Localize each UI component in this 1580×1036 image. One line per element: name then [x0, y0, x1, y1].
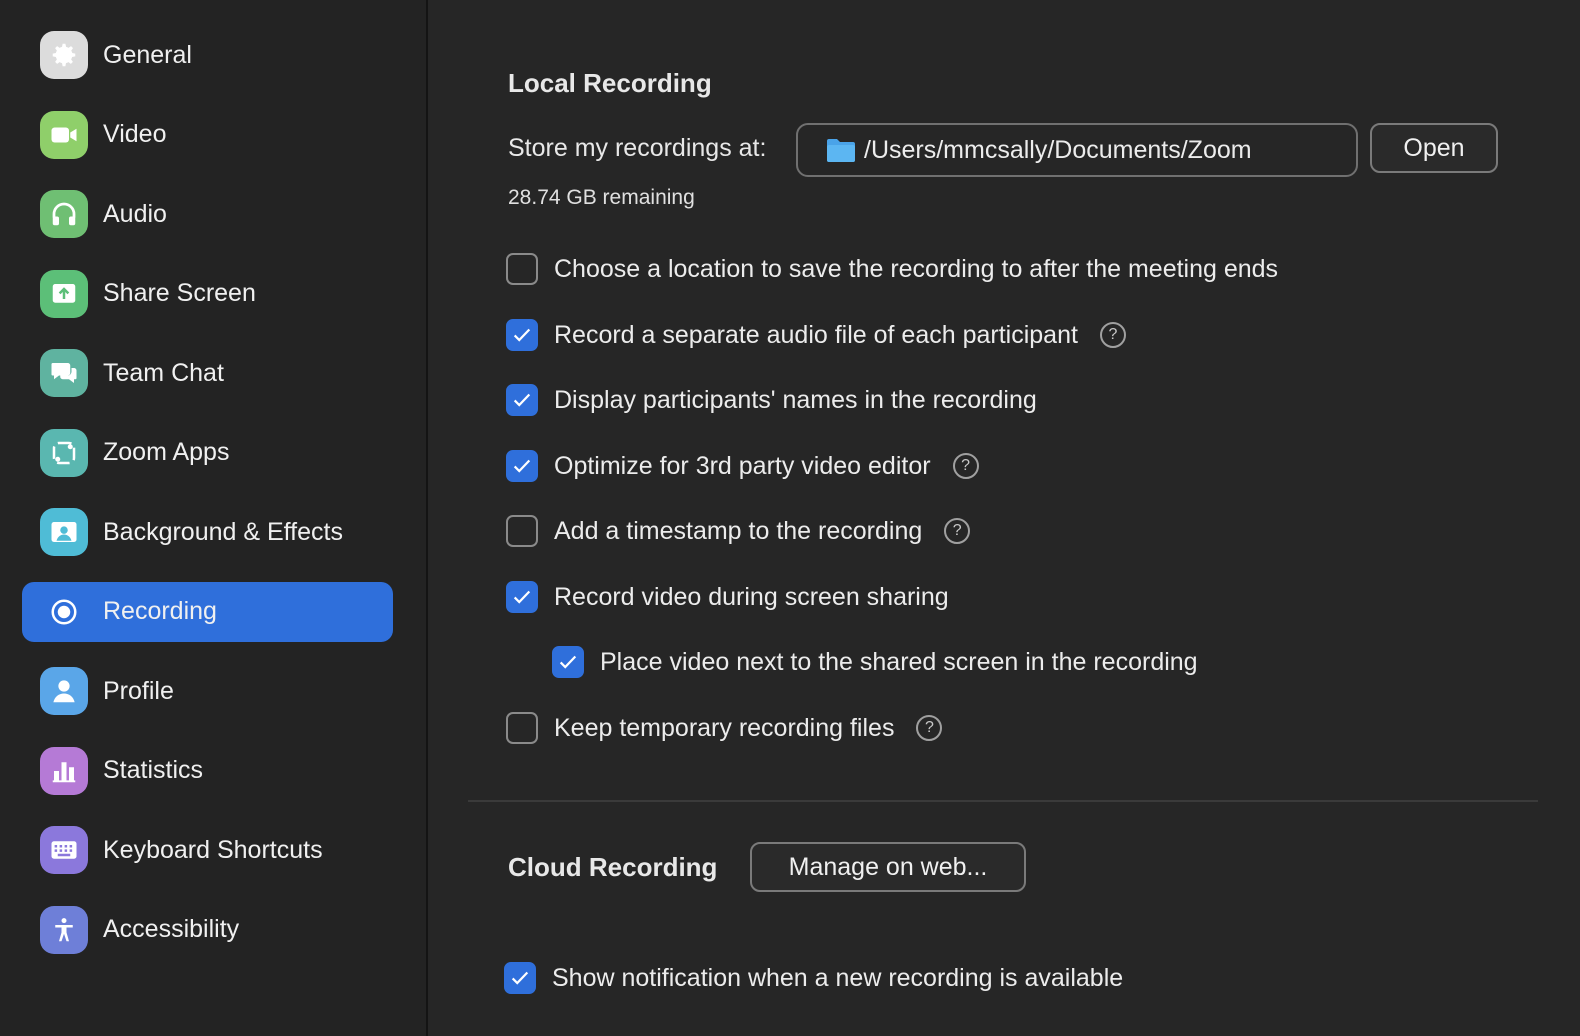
option-separate-audio[interactable]: Record a separate audio file of each par… [506, 317, 1126, 353]
sidebar-item-label: Background & Effects [103, 517, 343, 546]
manage-on-web-button[interactable]: Manage on web... [750, 842, 1026, 892]
sidebar-item-label: Audio [103, 199, 167, 228]
checkbox[interactable] [506, 253, 538, 285]
option-label: Keep temporary recording files [554, 713, 895, 742]
option-timestamp[interactable]: Add a timestamp to the recording ? [506, 513, 971, 549]
checkbox[interactable] [506, 581, 538, 613]
settings-sidebar: General Video Audio Share Screen Team Ch [0, 0, 428, 1036]
help-icon[interactable]: ? [952, 453, 979, 479]
help-icon[interactable]: ? [944, 518, 971, 544]
sidebar-item-statistics[interactable]: Statistics [22, 741, 393, 801]
sidebar-item-background-effects[interactable]: Background & Effects [22, 502, 393, 562]
option-label: Show notification when a new recording i… [552, 963, 1124, 992]
local-recording-title: Local Recording [508, 68, 712, 98]
storage-remaining: 28.74 GB remaining [508, 186, 695, 209]
checkbox[interactable] [552, 646, 584, 678]
option-place-video-next[interactable]: Place video next to the shared screen in… [552, 644, 1198, 680]
checkmark-icon [513, 328, 531, 342]
option-label: Choose a location to save the recording … [554, 254, 1279, 283]
apps-icon [40, 428, 88, 477]
recording-path-field[interactable]: /Users/mmcsally/Documents/Zoom [796, 123, 1358, 177]
sidebar-item-recording[interactable]: Recording [22, 581, 393, 642]
sidebar-item-video[interactable]: Video [22, 105, 393, 165]
sidebar-item-label: Profile [103, 676, 174, 705]
store-location-label: Store my recordings at: [508, 134, 767, 162]
checkbox[interactable] [506, 712, 538, 744]
open-folder-button[interactable]: Open [1370, 123, 1498, 173]
sidebar-item-label: Keyboard Shortcuts [103, 835, 323, 864]
checkmark-icon [513, 590, 531, 604]
video-camera-icon [40, 110, 88, 159]
folder-icon [827, 139, 855, 162]
sidebar-item-profile[interactable]: Profile [22, 661, 393, 721]
checkbox[interactable] [506, 515, 538, 547]
option-label: Optimize for 3rd party video editor [554, 451, 931, 480]
sidebar-item-label: Recording [103, 597, 217, 625]
checkbox[interactable] [504, 962, 536, 994]
recording-settings-panel: Local Recording Store my recordings at: … [428, 0, 1580, 1036]
option-keep-temp-files[interactable]: Keep temporary recording files ? [506, 710, 943, 746]
sidebar-item-team-chat[interactable]: Team Chat [22, 343, 393, 403]
sidebar-item-keyboard-shortcuts[interactable]: Keyboard Shortcuts [22, 820, 393, 880]
checkbox[interactable] [506, 450, 538, 482]
option-label: Display participants' names in the recor… [554, 385, 1037, 414]
sidebar-item-label: General [103, 40, 192, 69]
checkmark-icon [513, 459, 531, 473]
sidebar-item-label: Share Screen [103, 279, 256, 307]
option-label: Record video during screen sharing [554, 582, 949, 611]
sidebar-item-general[interactable]: General [22, 25, 393, 85]
bar-chart-icon [40, 746, 88, 795]
sidebar-item-label: Accessibility [103, 915, 240, 943]
sidebar-item-audio[interactable]: Audio [22, 184, 393, 244]
sidebar-item-label: Statistics [103, 756, 204, 784]
checkbox[interactable] [506, 384, 538, 416]
sidebar-item-label: Video [103, 120, 167, 148]
checkbox[interactable] [506, 319, 538, 351]
sidebar-item-zoom-apps[interactable]: Zoom Apps [22, 423, 393, 483]
checkmark-icon [513, 393, 531, 407]
cloud-recording-title: Cloud Recording [508, 852, 718, 882]
accessibility-icon [40, 905, 88, 954]
settings-window: General Video Audio Share Screen Team Ch [0, 0, 1580, 1036]
gear-icon [40, 31, 88, 79]
option-choose-location[interactable]: Choose a location to save the recording … [506, 251, 1278, 287]
option-label: Place video next to the shared screen in… [600, 647, 1198, 676]
sidebar-item-accessibility[interactable]: Accessibility [22, 900, 393, 960]
help-icon[interactable]: ? [916, 715, 943, 741]
option-optimize-editor[interactable]: Optimize for 3rd party video editor ? [506, 448, 979, 484]
checkmark-icon [511, 971, 529, 985]
share-screen-icon [40, 269, 88, 318]
sidebar-item-label: Zoom Apps [103, 438, 230, 466]
help-icon[interactable]: ? [1099, 322, 1126, 348]
record-icon [40, 588, 88, 636]
checkmark-icon [559, 655, 577, 669]
option-display-names[interactable]: Display participants' names in the recor… [506, 382, 1037, 418]
keyboard-icon [40, 826, 88, 874]
option-show-notification[interactable]: Show notification when a new recording i… [504, 960, 1123, 996]
headphones-icon [40, 190, 88, 238]
sidebar-item-share-screen[interactable]: Share Screen [22, 264, 393, 324]
option-label: Add a timestamp to the recording [554, 516, 923, 545]
chat-bubbles-icon [40, 349, 88, 397]
section-divider [468, 800, 1538, 802]
person-icon [40, 667, 88, 715]
background-portrait-icon [40, 508, 88, 556]
sidebar-item-label: Team Chat [103, 358, 224, 387]
option-label: Record a separate audio file of each par… [554, 320, 1078, 349]
recording-path-value: /Users/mmcsally/Documents/Zoom [864, 135, 1252, 164]
option-record-screen-sharing[interactable]: Record video during screen sharing [506, 579, 949, 615]
